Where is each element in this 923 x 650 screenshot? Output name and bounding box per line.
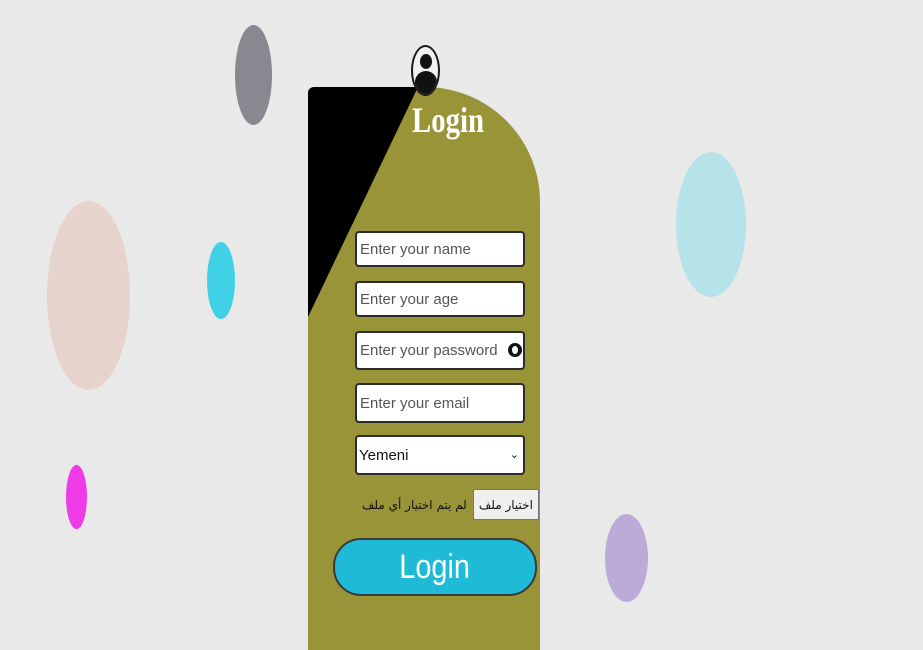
decor-bubble-lavender	[605, 514, 648, 602]
file-upload: اختيار ملف لم يتم اختيار أي ملف	[362, 489, 539, 520]
nationality-select-value: Yemeni	[359, 447, 409, 464]
login-button[interactable]: Login	[333, 538, 537, 596]
nationality-select[interactable]: Yemeni ⌄	[355, 435, 525, 475]
password-field[interactable]	[355, 331, 525, 370]
page-title: Login	[412, 100, 485, 140]
eye-icon[interactable]	[508, 343, 522, 357]
age-field[interactable]	[355, 281, 525, 317]
decor-bubble-magenta	[66, 465, 87, 529]
chevron-down-icon: ⌄	[509, 449, 519, 461]
choose-file-button[interactable]: اختيار ملف	[472, 489, 539, 520]
user-avatar-icon	[411, 45, 440, 96]
login-button-label: Login	[399, 547, 471, 586]
decor-bubble-lightblue	[676, 152, 746, 297]
decor-bubble-cyan	[207, 242, 235, 319]
email-field[interactable]	[355, 383, 525, 423]
decor-bubble-gray	[235, 25, 272, 125]
name-field[interactable]	[355, 231, 525, 267]
file-status-text: لم يتم اختيار أي ملف	[362, 497, 467, 512]
decor-bubble-peach	[47, 201, 130, 390]
